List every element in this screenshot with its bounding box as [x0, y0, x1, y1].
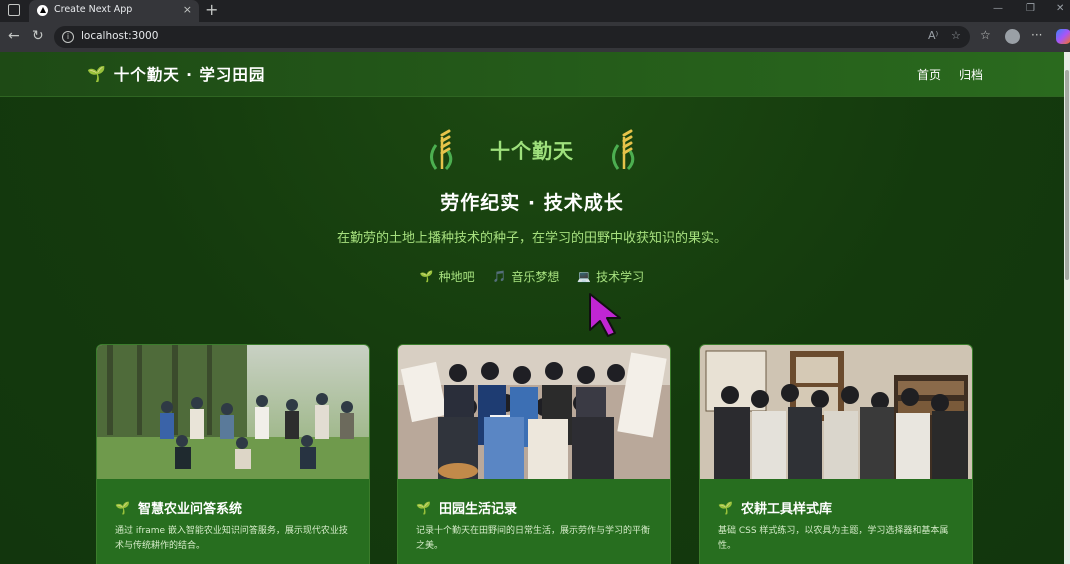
card-description: 通过 iframe 嵌入智能农业知识问答服务，展示现代农业技术与传统耕作的结合。: [115, 526, 348, 551]
sprout-icon: 🌱: [115, 500, 130, 515]
favorite-star-icon[interactable]: ☆: [951, 29, 961, 42]
hero-description: 在勤劳的土地上播种技术的种子，在学习的田野中收获知识的果实。: [336, 231, 727, 246]
card-title-text: 田园生活记录: [438, 502, 517, 517]
site-info-icon[interactable]: i: [62, 31, 74, 43]
browser-tab-active[interactable]: Create Next App ×: [29, 0, 199, 22]
tab-close-icon[interactable]: ×: [183, 3, 192, 17]
brand-title[interactable]: 十个勤天 · 学习田园: [114, 63, 266, 85]
page-viewport: 🌱 十个勤天 · 学习田园 首页 归档 十个勤天 劳作纪实 · 技术成长 在勤劳…: [0, 52, 1064, 564]
mouse-cursor-icon: [589, 293, 621, 337]
music-note-icon: 🎵: [492, 270, 507, 283]
sprout-icon: 🌱: [718, 500, 733, 515]
copilot-icon[interactable]: [1056, 29, 1070, 44]
browser-tab-bar: Create Next App × + — ❐ ✕: [0, 0, 1070, 22]
card-title: 🌱 田园生活记录: [416, 498, 517, 518]
card-title: 🌱 智慧农业问答系统: [115, 498, 242, 518]
reload-icon[interactable]: ↻: [32, 28, 44, 44]
nextjs-favicon-icon: [37, 5, 48, 16]
more-menu-icon[interactable]: ···: [1031, 28, 1042, 42]
profile-avatar-icon[interactable]: [1005, 29, 1020, 44]
close-window-button[interactable]: ✕: [1056, 3, 1064, 14]
card-body: 🌱 农耕工具样式库 基础 CSS 样式练习，以农具为主题，学习选择器和基本属性。: [700, 479, 972, 564]
tag-label: 音乐梦想: [511, 270, 560, 284]
tab-title: Create Next App: [54, 4, 133, 15]
wheat-icon: [430, 129, 453, 171]
card-photo-room: [700, 345, 972, 479]
hero-title-row: 十个勤天: [0, 127, 1064, 171]
card-body: 🌱 田园生活记录 记录十个勤天在田野间的日常生活，展示劳作与学习的平衡之美。: [398, 479, 670, 564]
project-card-tool-styles[interactable]: 🌱 农耕工具样式库 基础 CSS 样式练习，以农具为主题，学习选择器和基本属性。: [699, 344, 973, 564]
tag-label: 技术学习: [596, 270, 645, 284]
site-header: 🌱 十个勤天 · 学习田园 首页 归档: [0, 52, 1064, 97]
tag-tech[interactable]: 💻 技术学习: [577, 268, 644, 285]
hero-tags: 🌱 种地吧 🎵 音乐梦想 💻 技术学习: [0, 268, 1064, 285]
sprout-icon: 🌱: [416, 500, 431, 515]
card-title-text: 农耕工具样式库: [740, 502, 832, 517]
address-bar[interactable]: i localhost:3000 A⁾ ☆: [54, 26, 970, 48]
sprout-icon: 🌱: [87, 65, 106, 83]
minimize-button[interactable]: —: [993, 3, 1003, 14]
site-brand[interactable]: 🌱 十个勤天 · 学习田园: [87, 63, 265, 85]
new-tab-button[interactable]: +: [205, 1, 218, 19]
card-description: 基础 CSS 样式练习，以农具为主题，学习选择器和基本属性。: [718, 526, 949, 551]
card-photo-field: [97, 345, 369, 479]
project-card-field-life[interactable]: 🌱 田园生活记录 记录十个勤天在田野间的日常生活，展示劳作与学习的平衡之美。: [397, 344, 671, 564]
browser-toolbar: ← ↻ i localhost:3000 A⁾ ☆ ☆ ···: [0, 22, 1070, 52]
tag-label: 种地吧: [438, 270, 475, 284]
sprout-icon: 🌱: [419, 270, 434, 283]
window-menu-icon[interactable]: [8, 4, 20, 16]
card-photo-group: [398, 345, 670, 479]
card-body: 🌱 智慧农业问答系统 通过 iframe 嵌入智能农业知识问答服务，展示现代农业…: [97, 479, 369, 564]
hero-subtitle: 劳作纪实 · 技术成长: [440, 192, 624, 214]
card-title: 🌱 农耕工具样式库: [718, 498, 832, 518]
favorites-icon[interactable]: ☆: [980, 28, 991, 42]
restore-button[interactable]: ❐: [1026, 3, 1035, 14]
laptop-icon: 💻: [577, 270, 592, 283]
card-title-text: 智慧农业问答系统: [137, 502, 242, 517]
read-aloud-icon[interactable]: A⁾: [928, 29, 938, 42]
hero-title: 十个勤天: [490, 138, 574, 163]
tag-farming[interactable]: 🌱 种地吧: [420, 268, 475, 285]
scrollbar-thumb[interactable]: [1065, 70, 1069, 280]
card-description: 记录十个勤天在田野间的日常生活，展示劳作与学习的平衡之美。: [416, 526, 651, 551]
nav-home-link[interactable]: 首页: [917, 66, 941, 83]
wheat-icon: [612, 129, 635, 171]
back-arrow-icon[interactable]: ←: [8, 28, 20, 44]
page-scrollbar[interactable]: [1064, 52, 1070, 564]
tag-music[interactable]: 🎵 音乐梦想: [493, 268, 560, 285]
url-text[interactable]: localhost:3000: [81, 30, 158, 42]
project-card-ai-qa[interactable]: 🌱 智慧农业问答系统 通过 iframe 嵌入智能农业知识问答服务，展示现代农业…: [96, 344, 370, 564]
nav-archive-link[interactable]: 归档: [959, 66, 983, 83]
